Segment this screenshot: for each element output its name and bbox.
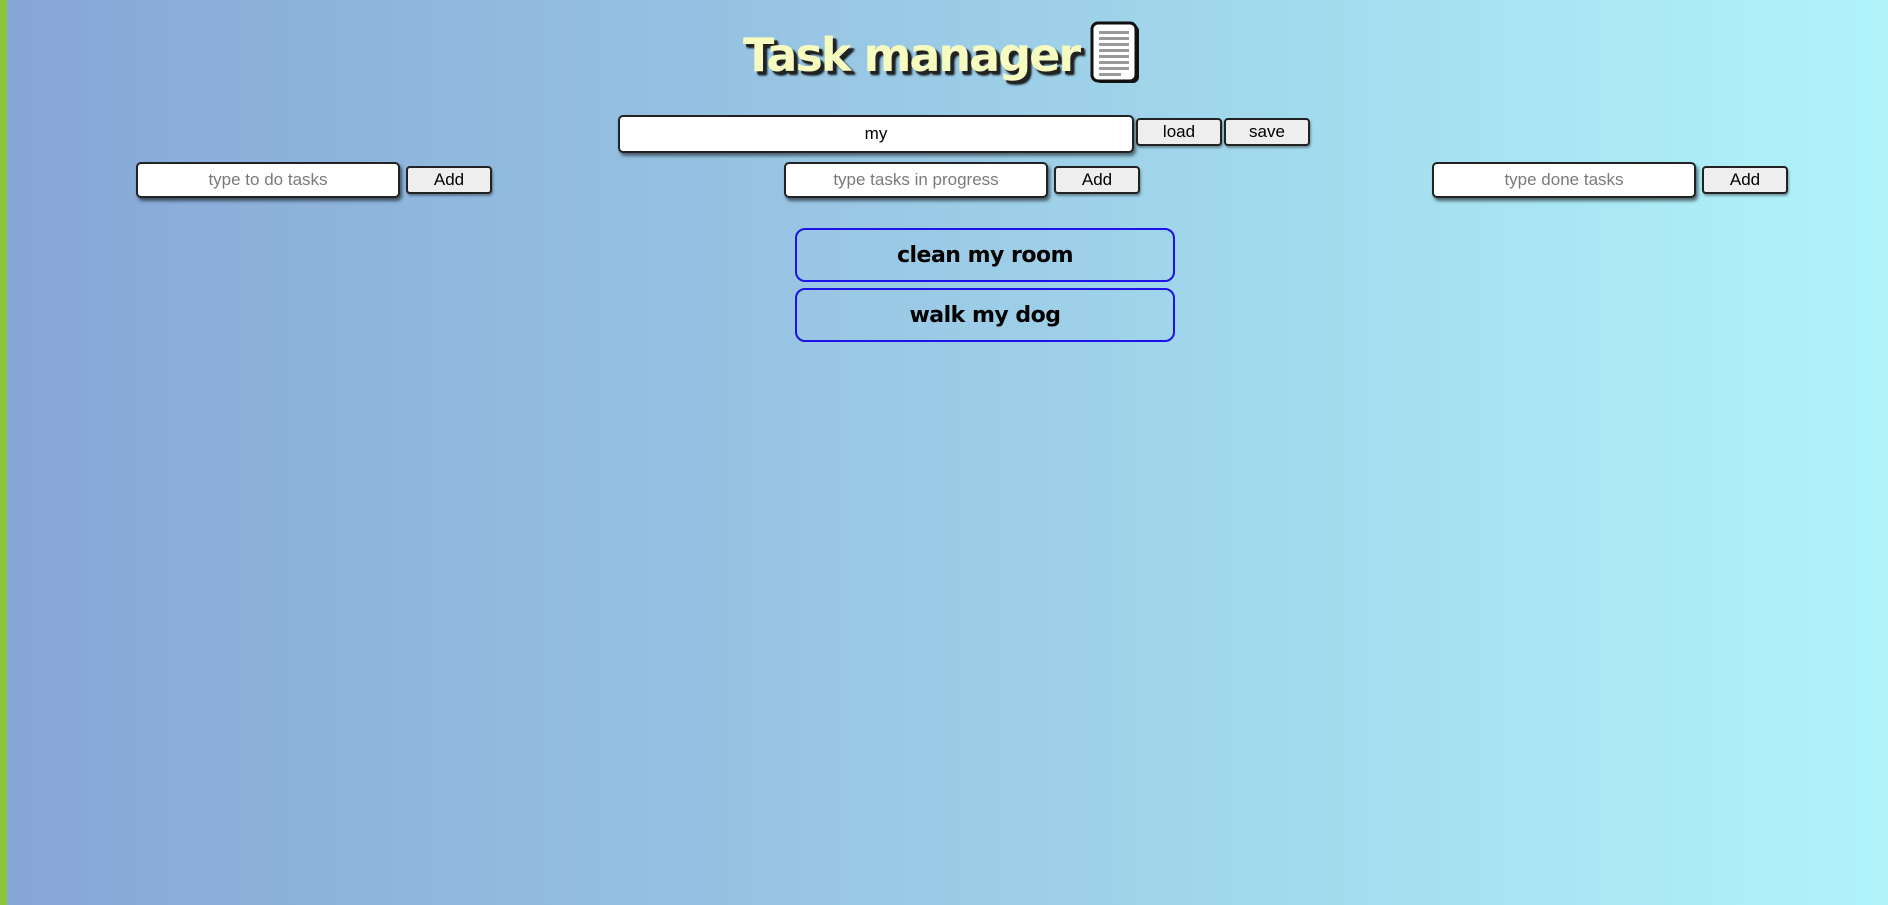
done-column-controls: Add — [1432, 162, 1788, 198]
add-done-button[interactable]: Add — [1702, 166, 1788, 194]
storage-bar: load save — [618, 115, 1310, 153]
in-progress-input[interactable] — [784, 162, 1048, 198]
page-title: Task manager — [742, 28, 1081, 82]
add-in-progress-button[interactable]: Add — [1054, 166, 1140, 194]
scroll-document-icon — [1089, 21, 1145, 90]
load-button[interactable]: load — [1136, 118, 1222, 146]
todo-input[interactable] — [136, 162, 400, 198]
header: Task manager — [0, 20, 1888, 90]
task-card[interactable]: walk my dog — [795, 288, 1175, 342]
in-progress-column-controls: Add — [784, 162, 1140, 198]
add-todo-button[interactable]: Add — [406, 166, 492, 194]
save-button[interactable]: save — [1224, 118, 1310, 146]
left-accent-stripe — [0, 0, 7, 905]
done-input[interactable] — [1432, 162, 1696, 198]
todo-column-controls: Add — [136, 162, 492, 198]
task-card[interactable]: clean my room — [795, 228, 1175, 282]
storage-name-input[interactable] — [618, 115, 1134, 153]
in-progress-task-list: clean my room walk my dog — [795, 228, 1175, 348]
